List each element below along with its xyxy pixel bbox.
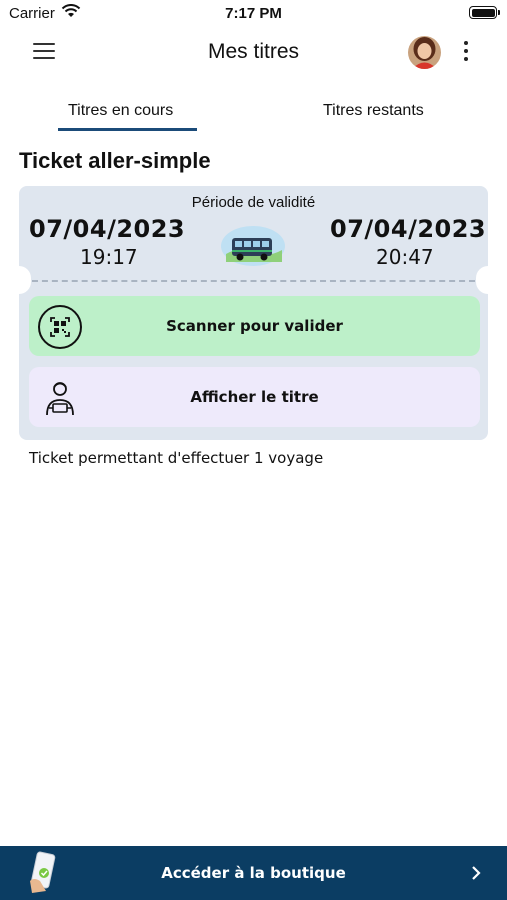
ticket-title: Ticket aller-simple xyxy=(19,148,211,173)
show-ticket-button[interactable]: Afficher le titre xyxy=(29,367,480,427)
show-ticket-label: Afficher le titre xyxy=(190,388,319,406)
start-time: 19:17 xyxy=(80,245,138,269)
avatar[interactable] xyxy=(408,36,441,69)
ticket-divider xyxy=(32,280,475,282)
chevron-right-icon xyxy=(472,866,481,880)
validity-label: Période de validité xyxy=(191,194,316,211)
shop-label: Accéder à la boutique xyxy=(161,864,346,882)
battery-icon xyxy=(469,6,500,19)
avatar-icon xyxy=(408,36,441,69)
scan-label: Scanner pour valider xyxy=(166,317,343,335)
ticket-description: Ticket permettant d'effectuer 1 voyage xyxy=(29,449,324,467)
scan-to-validate-button[interactable]: Scanner pour valider xyxy=(29,296,480,356)
tab-titres-en-cours[interactable]: Titres en cours xyxy=(68,102,173,120)
active-tab-indicator xyxy=(58,128,197,131)
end-time: 20:47 xyxy=(376,245,434,269)
status-time: 7:17 PM xyxy=(225,5,282,22)
more-options-button[interactable] xyxy=(458,41,474,65)
end-date: 07/04/2023 xyxy=(330,215,487,243)
bus-icon xyxy=(221,226,285,266)
tab-titres-restants[interactable]: Titres restants xyxy=(323,102,424,120)
shop-bar-button[interactable]: Accéder à la boutique xyxy=(0,846,507,900)
status-bar: Carrier 7:17 PM xyxy=(0,0,507,26)
start-date: 07/04/2023 xyxy=(29,215,186,243)
